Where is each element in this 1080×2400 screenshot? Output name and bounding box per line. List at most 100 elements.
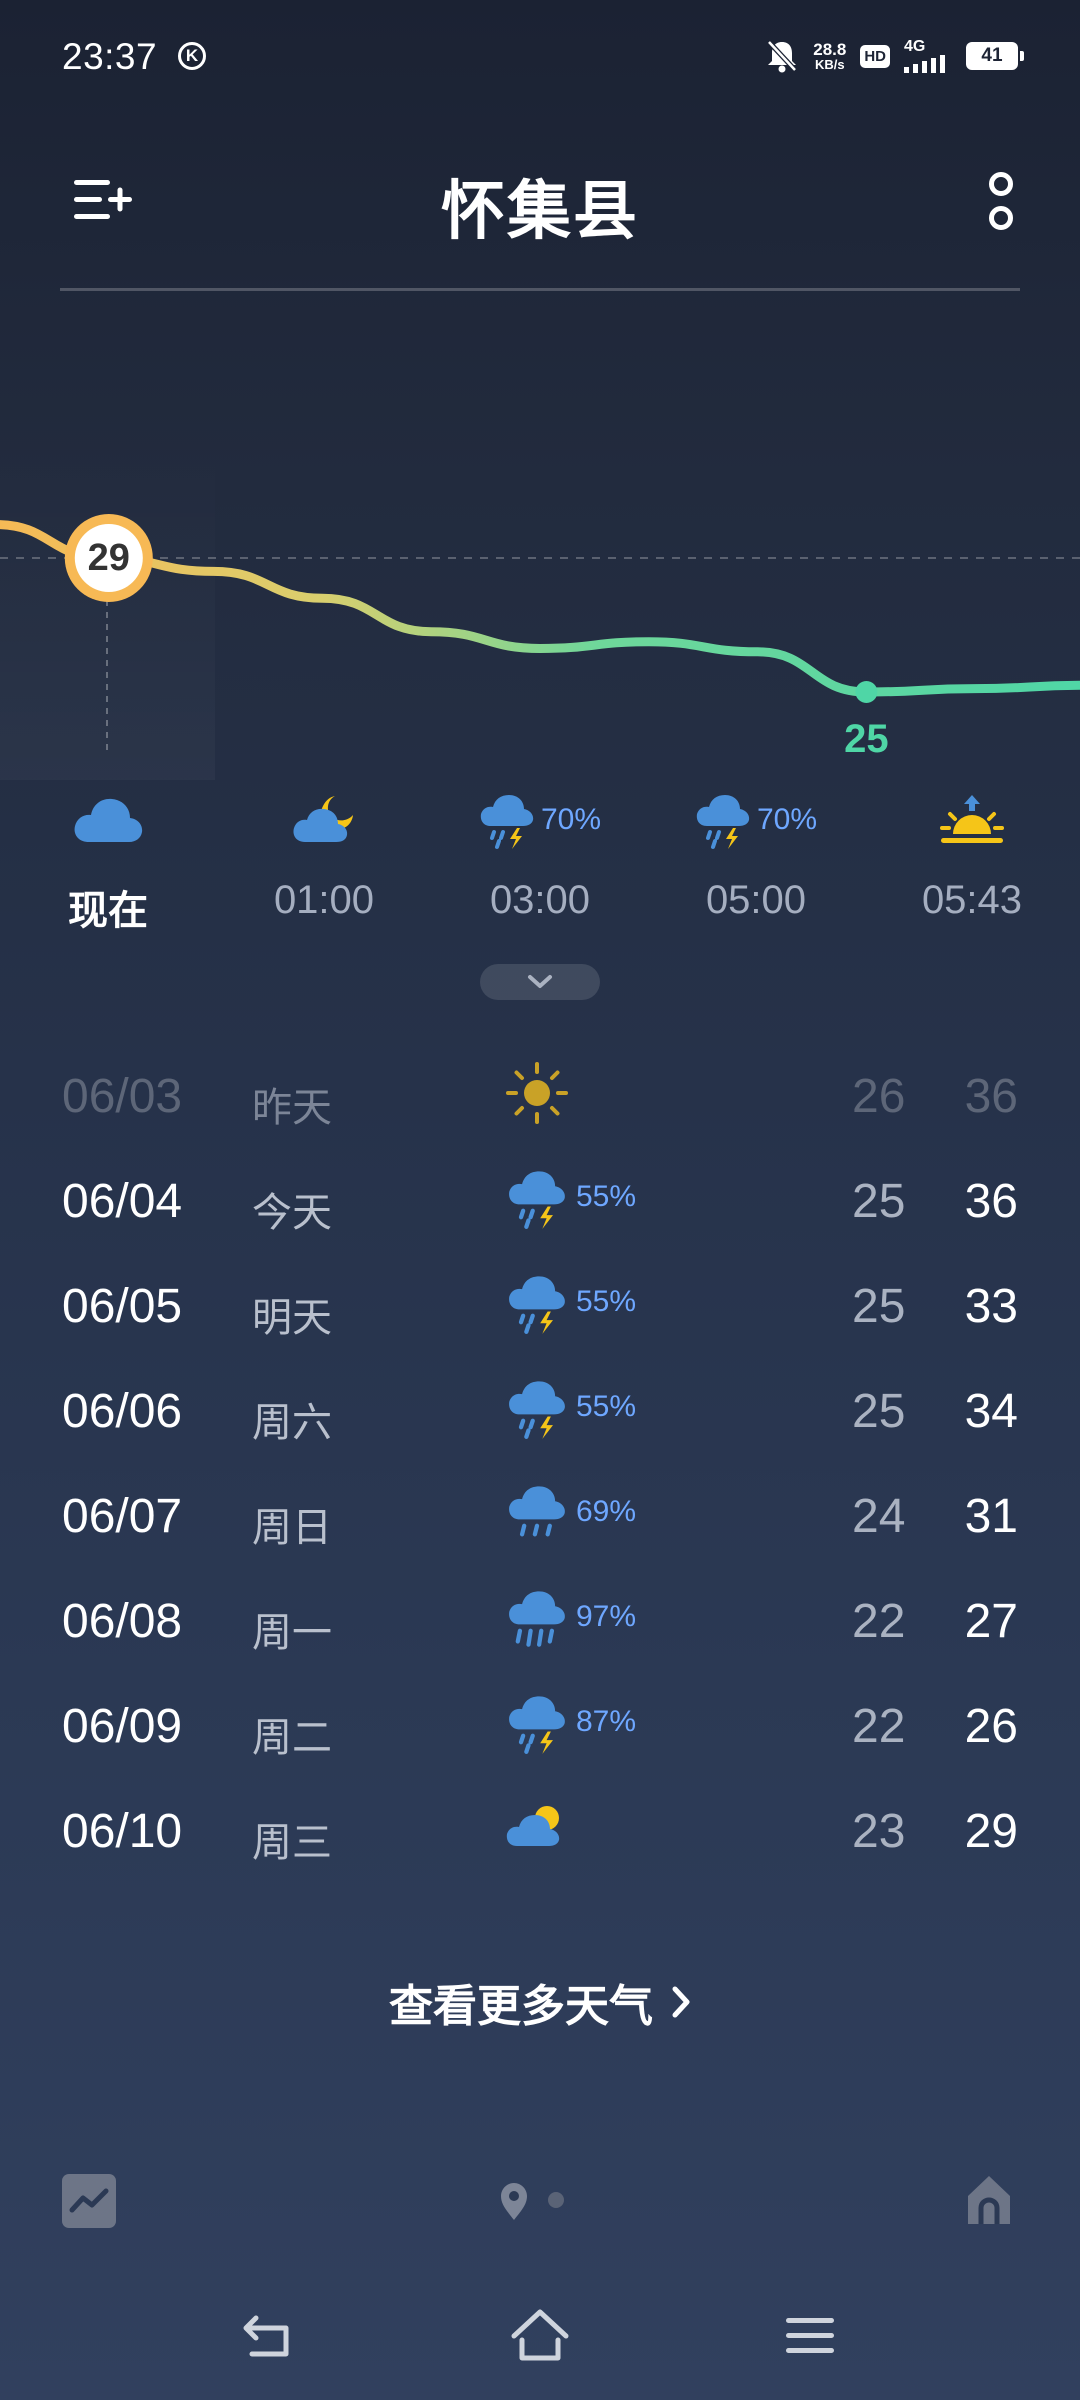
thunder-shower-icon	[509, 1171, 565, 1229]
day-row[interactable]: 06/07 周日 69% 24 31	[0, 1465, 1080, 1570]
day-date: 06/10	[62, 1805, 183, 1858]
hour-item[interactable]: 01:00	[234, 790, 414, 930]
signal-4g: 4G	[904, 39, 952, 73]
day-high: 27	[964, 1595, 1018, 1648]
day-low: 26	[852, 1070, 906, 1123]
day-low: 25	[852, 1175, 906, 1228]
day-date: 06/08	[62, 1595, 183, 1648]
hour-icon-wrap: 70%	[450, 790, 630, 850]
day-row[interactable]: 06/06 周六 55% 25 34	[0, 1360, 1080, 1465]
temperature-chart: 29 25	[0, 300, 1080, 780]
status-icons: 28.8 KB/s HD 4G 41	[765, 36, 1024, 76]
hour-label: 01:00	[273, 878, 375, 922]
more-weather-label: 查看更多天气	[389, 1982, 653, 2031]
day-date: 06/06	[62, 1385, 183, 1438]
back-icon[interactable]	[240, 2308, 300, 2362]
day-precip: 55%	[576, 1285, 637, 1318]
hour-item[interactable]: 70% 05:00	[666, 790, 846, 930]
day-high: 36	[964, 1070, 1018, 1123]
day-high: 31	[964, 1490, 1018, 1543]
day-precip: 55%	[576, 1180, 637, 1213]
thunder-shower-icon	[509, 1381, 565, 1439]
thunder-shower-icon	[696, 795, 750, 849]
location-pin-icon	[501, 2183, 527, 2220]
day-weekday: 周一	[252, 1611, 332, 1655]
day-high: 29	[964, 1805, 1018, 1858]
partly-cloudy-icon	[506, 1806, 560, 1846]
current-temp-label: 29	[88, 537, 130, 579]
hour-label: 05:00	[705, 878, 807, 922]
day-row[interactable]: 06/04 今天 55% 25 36	[0, 1150, 1080, 1255]
battery-icon: 41	[966, 42, 1024, 70]
thunder-shower-icon	[480, 795, 534, 849]
hd-badge: HD	[860, 44, 890, 68]
day-date: 06/03	[62, 1070, 183, 1123]
day-row[interactable]: 06/10 周三 23 29	[0, 1780, 1080, 1885]
day-high: 26	[964, 1700, 1018, 1753]
page-dot	[548, 2192, 564, 2208]
expand-button[interactable]	[480, 964, 600, 1000]
hour-label: 现在	[68, 889, 148, 933]
hour-precip: 70%	[756, 803, 818, 836]
day-weekday: 周二	[252, 1716, 332, 1760]
low-temp-label: 25	[844, 717, 889, 761]
day-precip: 69%	[576, 1495, 637, 1528]
cloudy-night-icon	[293, 796, 353, 842]
hour-item-now[interactable]: 现在	[18, 790, 198, 933]
hour-icon-wrap	[18, 790, 198, 850]
day-low: 22	[852, 1595, 906, 1648]
hour-label: 03:00	[489, 878, 591, 922]
location-pager	[501, 2183, 564, 2220]
more-options-icon[interactable]	[984, 168, 1018, 236]
day-low: 24	[852, 1490, 906, 1543]
net-speed-unit: KB/s	[814, 57, 845, 72]
day-row[interactable]: 06/03 昨天 26 36	[0, 1045, 1080, 1150]
day-row[interactable]: 06/08 周一 97% 22 27	[0, 1570, 1080, 1675]
day-low: 25	[852, 1385, 906, 1438]
day-low: 22	[852, 1700, 906, 1753]
mute-bell-icon	[767, 40, 798, 73]
app-bottom-bar	[0, 2170, 1080, 2234]
day-low: 25	[852, 1280, 906, 1333]
hourly-forecast: 现在 01:00 70% 03:00 70% 05:00 05:43	[0, 790, 1080, 933]
system-nav-bar	[0, 2300, 1080, 2370]
more-weather-link[interactable]: 查看更多天气	[0, 1970, 1080, 2034]
signal-bars-icon	[904, 55, 945, 73]
day-weekday: 今天	[252, 1191, 332, 1235]
hour-precip: 70%	[540, 803, 602, 836]
chevron-down-icon	[528, 975, 552, 988]
sunrise-icon	[940, 795, 1004, 843]
trend-chart-icon[interactable]	[62, 2174, 116, 2228]
day-row[interactable]: 06/05 明天 55% 25 33	[0, 1255, 1080, 1360]
day-precip: 55%	[576, 1390, 637, 1423]
hour-item[interactable]: 05:43	[882, 790, 1062, 930]
day-date: 06/05	[62, 1280, 183, 1333]
net-speed: 28.8 KB/s	[813, 41, 846, 71]
hour-item[interactable]: 70% 03:00	[450, 790, 630, 930]
day-weekday: 周日	[252, 1506, 332, 1550]
rain-icon	[509, 1486, 565, 1537]
day-precip: 87%	[576, 1705, 637, 1738]
hour-icon-wrap: 70%	[666, 790, 846, 850]
header: 怀集县	[0, 150, 1080, 260]
header-divider	[60, 288, 1020, 291]
net-speed-value: 28.8	[813, 40, 847, 59]
day-weekday: 周三	[252, 1821, 332, 1865]
low-temp-point	[855, 681, 878, 703]
day-weekday: 昨天	[252, 1086, 332, 1130]
home-icon[interactable]	[508, 2306, 572, 2364]
day-date: 06/09	[62, 1700, 183, 1753]
network-type: 4G	[904, 38, 926, 55]
hour-icon-wrap	[882, 790, 1062, 850]
home-tile-icon[interactable]	[960, 2170, 1018, 2228]
thunder-shower-icon	[509, 1276, 565, 1334]
cloudy-icon	[74, 798, 143, 842]
day-weekday: 周六	[252, 1401, 332, 1445]
chevron-right-icon	[672, 1986, 690, 2018]
recent-apps-icon[interactable]	[782, 2312, 838, 2360]
day-row[interactable]: 06/09 周二 87% 22 26	[0, 1675, 1080, 1780]
temperature-chart-svg: 29 25	[0, 440, 1080, 780]
day-date: 06/07	[62, 1490, 183, 1543]
status-time: 23:37	[62, 36, 158, 77]
status-bar: 23:37 K 28.8 KB/s HD 4G 41	[0, 0, 1080, 118]
